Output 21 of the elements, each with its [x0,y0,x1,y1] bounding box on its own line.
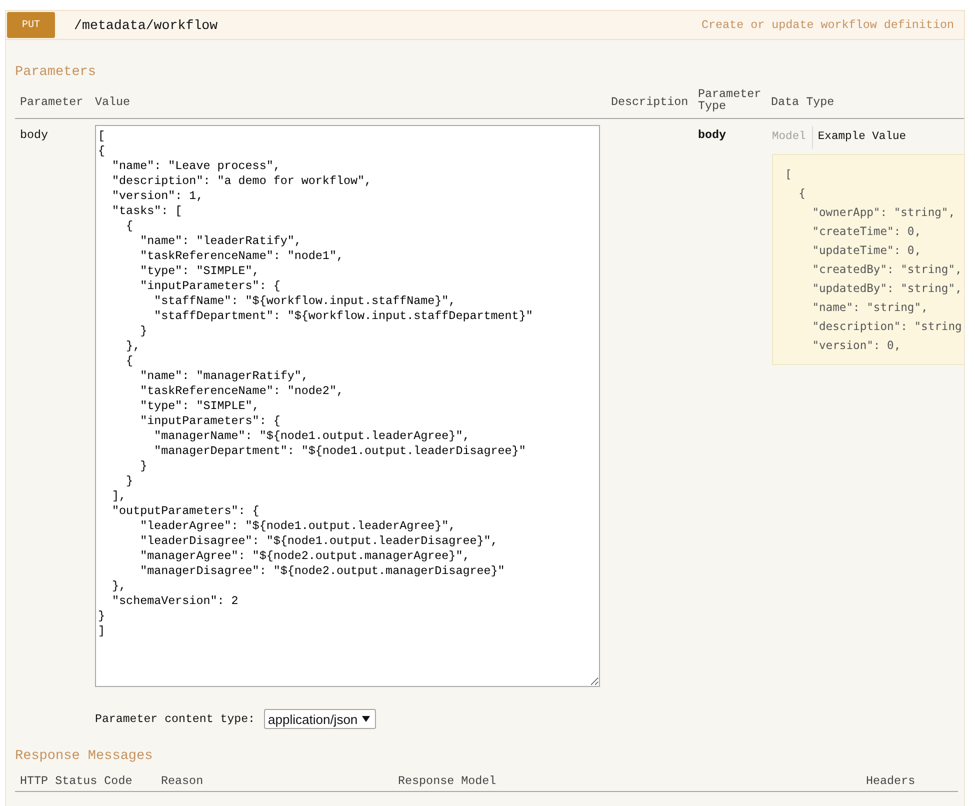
column-header: Parameter Type [698,88,762,112]
column-header: Value [95,96,130,108]
column-header: Description [611,96,688,108]
column-header: HTTP Status Code [20,775,132,787]
parameter-name: body [20,128,48,143]
example-value-code: [ { "ownerApp": "string", "createTime": 0, "updateTime": 0, "createdBy": "string", "updatedBy": "string", "name": "string", "description": "string "version": 0, [772,154,964,365]
data-type-tab[interactable]: Example Value [812,126,912,149]
endpoint-path[interactable]: /metadata/workflow [74,18,218,32]
column-header: Headers [866,775,916,787]
caret-icon [362,716,370,722]
content-type-select[interactable]: application/json [264,709,376,729]
content-type-label: Parameter content type: [95,712,256,726]
section-heading: Response Messages [15,749,154,765]
parameter-type: body [698,128,726,143]
column-header: Reason [161,775,204,787]
body-value-field[interactable]: [ { "name": "Leave process", "description": "a demo for workflow", "version": 1, "tasks": [ { "name": "leaderRatify", "taskReferenceName": "node1", "type": "SIMPLE", "inputParameters": { "staffName": "${workflow.input.staffName}", "staffDepartment": "${workflow.input.staffDepartment}" } }, { "name": "managerRatify", "taskReferenceName": "node2", "type": "SIMPLE", "inputParameters": { "managerName": "${node1.output.leaderAgree}", "managerDepartment": "${node1.output.leaderDisagree}" } } ], "outputParameters": { "leaderAgree": "${node1.output.leaderAgree}", "leaderDisagree": "${node1.output.leaderDisagree}", "managerAgree": "${node2.output.managerAgree}", "managerDisagree": "${node2.output.managerDisagree}" }, "schemaVersion": 2 } ] [95,125,600,687]
column-header: Response Model [398,775,496,787]
section-heading: Parameters [15,65,98,81]
operation-header[interactable]: PUT /metadata/workflow Create or update workflow definition [5,10,965,40]
column-header: Data Type [771,96,834,108]
column-header: Parameter [20,96,84,108]
